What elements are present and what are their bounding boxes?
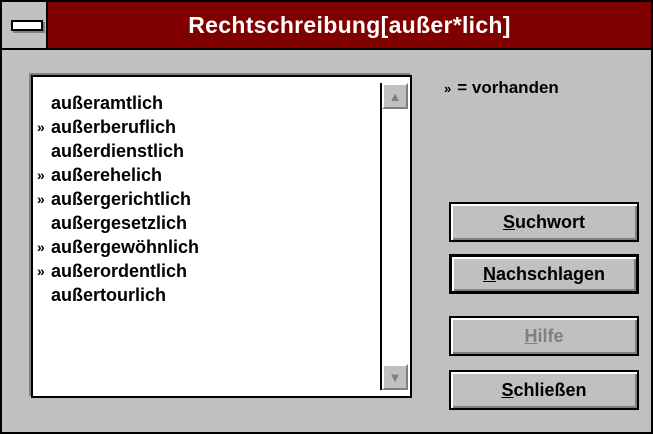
list-item[interactable]: » außergewöhnlich — [35, 235, 199, 259]
list-item-label: außeramtlich — [51, 93, 164, 113]
word-listbox[interactable]: außeramtlich » außerberuflich außerdienst… — [31, 75, 412, 398]
list-item-label: außerdienstlich — [51, 141, 185, 161]
present-marker: » — [37, 119, 45, 135]
list-item[interactable]: » außergerichtlich — [35, 187, 199, 211]
schliessen-button[interactable]: Schließen — [449, 370, 639, 410]
system-menu-button[interactable] — [2, 2, 48, 48]
list-item-label: außerehelich — [51, 165, 163, 185]
word-list: außeramtlich » außerberuflich außerdienst… — [35, 91, 199, 307]
button-label: achschlagen — [495, 263, 606, 284]
suchwort-button[interactable]: Suchwort — [449, 202, 639, 242]
scroll-up-button[interactable]: ▲ — [382, 83, 408, 109]
hilfe-button[interactable]: Hilfe — [449, 316, 639, 356]
list-item-label: außergerichtlich — [51, 189, 192, 209]
system-menu-icon — [11, 20, 43, 31]
accelerator-key: S — [502, 211, 515, 232]
dialog-window: Rechtschreibung[außer*lich] außeramtlich… — [0, 0, 653, 434]
legend: » = vorhanden — [444, 78, 559, 98]
button-label: uchwort — [515, 211, 585, 232]
scroll-up-arrow-icon: ▲ — [388, 88, 402, 104]
present-marker: » — [37, 239, 45, 255]
list-item[interactable]: außerdienstlich — [35, 139, 199, 163]
list-item[interactable]: außergesetzlich — [35, 211, 199, 235]
button-label: chließen — [513, 379, 587, 400]
vertical-scrollbar[interactable]: ▲ ▼ — [380, 83, 408, 390]
list-item-label: außerberuflich — [51, 117, 177, 137]
present-marker-icon: » — [444, 81, 452, 96]
title-bar[interactable]: Rechtschreibung[außer*lich] — [2, 2, 651, 50]
list-item[interactable]: » außerberuflich — [35, 115, 199, 139]
list-item-label: außertourlich — [51, 285, 167, 305]
scroll-down-button[interactable]: ▼ — [382, 364, 408, 390]
scroll-down-arrow-icon: ▼ — [388, 369, 402, 385]
list-item[interactable]: außertourlich — [35, 283, 199, 307]
list-item[interactable]: » außerehelich — [35, 163, 199, 187]
window-title: Rechtschreibung[außer*lich] — [188, 12, 511, 38]
list-item[interactable]: außeramtlich — [35, 91, 199, 115]
list-item-label: außerordentlich — [51, 261, 188, 281]
accelerator-key: H — [524, 325, 538, 346]
present-marker: » — [37, 191, 45, 207]
button-label: ilfe — [537, 325, 564, 346]
nachschlagen-button[interactable]: Nachschlagen — [449, 254, 639, 294]
present-marker: » — [37, 263, 45, 279]
list-item[interactable]: » außerordentlich — [35, 259, 199, 283]
legend-text: = vorhanden — [457, 78, 559, 97]
list-item-label: außergewöhnlich — [51, 237, 200, 257]
accelerator-key: S — [501, 379, 514, 400]
list-item-label: außergesetzlich — [51, 213, 188, 233]
accelerator-key: N — [482, 263, 496, 284]
present-marker: » — [37, 167, 45, 183]
